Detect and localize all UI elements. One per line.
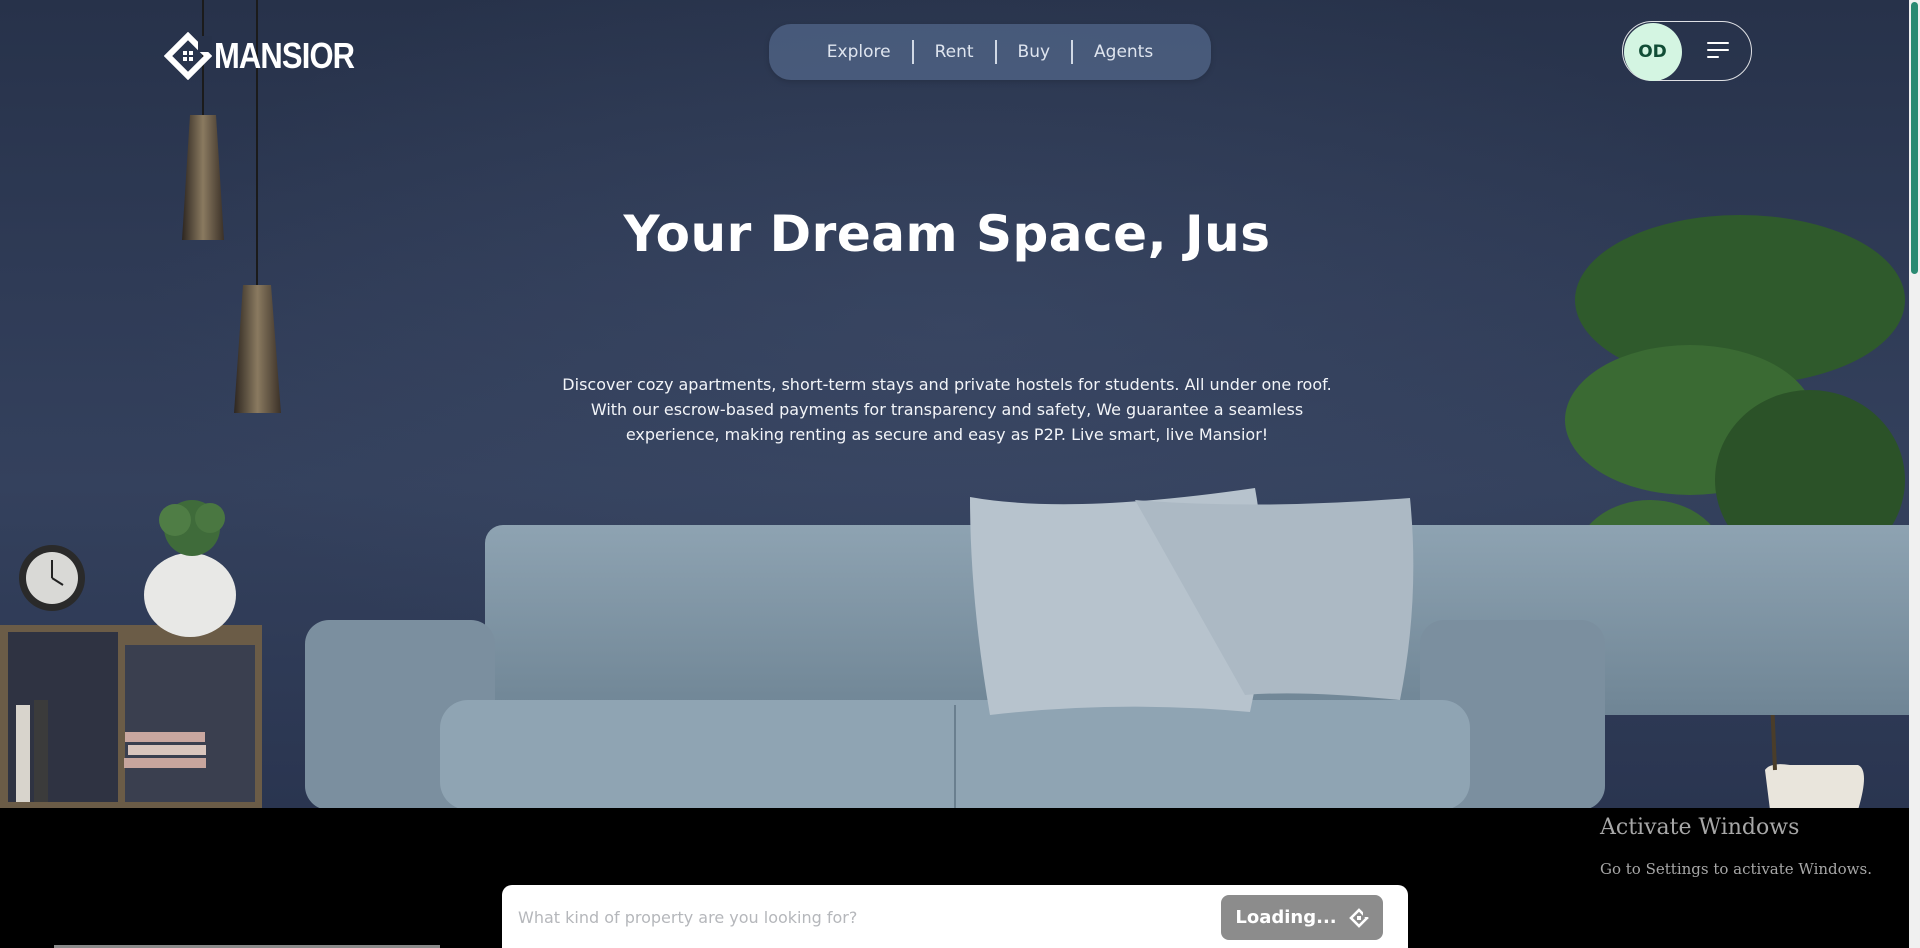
watermark-subtitle: Go to Settings to activate Windows. bbox=[1600, 860, 1872, 878]
side-shelf bbox=[0, 500, 262, 808]
nav-divider bbox=[994, 40, 997, 64]
potted-plant bbox=[1565, 215, 1905, 808]
hamburger-menu-icon[interactable] bbox=[1707, 42, 1731, 60]
property-search-input[interactable] bbox=[516, 899, 1210, 935]
property-search-bar: Loading... bbox=[502, 885, 1408, 948]
nav-divider bbox=[1071, 40, 1074, 64]
hero-description: Discover cozy apartments, short-term sta… bbox=[562, 375, 1332, 444]
sofa bbox=[305, 488, 1909, 808]
os-activation-watermark: Activate Windows Go to Settings to activ… bbox=[1600, 815, 1872, 878]
logo-diamond-icon bbox=[1348, 907, 1369, 928]
main-nav: Explore Rent Buy Agents bbox=[769, 24, 1211, 80]
nav-agents-link[interactable]: Agents bbox=[1073, 41, 1174, 63]
nav-explore-link[interactable]: Explore bbox=[806, 41, 912, 63]
hero-section: MANSIOR Explore Rent Buy Agents OD Your … bbox=[0, 0, 1909, 808]
scrollbar-thumb[interactable] bbox=[1911, 2, 1918, 274]
brand-logo[interactable]: MANSIOR bbox=[164, 32, 377, 80]
watermark-title: Activate Windows bbox=[1600, 815, 1800, 840]
profile-menu-toggle[interactable]: OD bbox=[1622, 21, 1752, 81]
nav-buy-link[interactable]: Buy bbox=[997, 41, 1072, 63]
user-avatar[interactable]: OD bbox=[1623, 22, 1682, 81]
nav-rent-link[interactable]: Rent bbox=[914, 41, 995, 63]
logo-diamond-icon bbox=[164, 32, 212, 80]
hero-headline: Your Dream Space, Jus bbox=[623, 205, 1271, 263]
nav-divider bbox=[911, 40, 914, 64]
brand-name: MANSIOR bbox=[214, 35, 355, 76]
search-submit-button[interactable]: Loading... bbox=[1221, 895, 1383, 940]
search-button-label: Loading... bbox=[1235, 907, 1337, 928]
page-scrollbar[interactable] bbox=[1909, 0, 1920, 948]
